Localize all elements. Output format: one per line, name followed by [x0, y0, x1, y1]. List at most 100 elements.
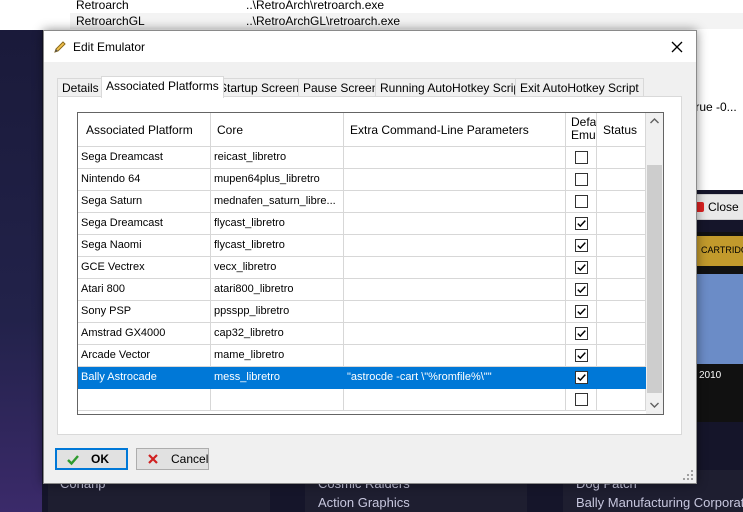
scroll-up-arrow-icon[interactable]	[646, 113, 663, 130]
default-emulator-cell[interactable]	[566, 389, 597, 411]
table-row[interactable]: Sega Dreamcast reicast_libretro	[78, 147, 646, 169]
status-cell[interactable]	[597, 345, 646, 367]
default-emulator-checkbox[interactable]	[575, 195, 588, 208]
platform-cell[interactable]: Sega Saturn	[78, 191, 211, 213]
params-cell[interactable]	[344, 147, 566, 169]
column-header-platform[interactable]: Associated Platform	[78, 113, 211, 147]
tab-exit-autohotkey-script[interactable]: Exit AutoHotkey Script	[515, 78, 644, 97]
params-cell[interactable]	[344, 191, 566, 213]
status-cell[interactable]	[597, 147, 646, 169]
tab-startup-screen[interactable]: Startup Screen	[214, 78, 305, 97]
params-cell[interactable]	[344, 345, 566, 367]
default-emulator-cell[interactable]	[566, 191, 597, 213]
default-emulator-checkbox[interactable]	[575, 151, 588, 164]
status-cell[interactable]	[597, 213, 646, 235]
core-cell[interactable]: mame_libretro	[211, 345, 344, 367]
params-cell[interactable]	[344, 213, 566, 235]
platform-cell[interactable]: Sega Naomi	[78, 235, 211, 257]
table-row[interactable]: Sega Saturn mednafen_saturn_libre...	[78, 191, 646, 213]
status-cell[interactable]	[597, 191, 646, 213]
platform-cell[interactable]: Sony PSP	[78, 301, 211, 323]
column-header-core[interactable]: Core	[211, 113, 344, 147]
platform-cell[interactable]: Amstrad GX4000	[78, 323, 211, 345]
core-cell[interactable]: flycast_libretro	[211, 213, 344, 235]
params-cell[interactable]	[344, 169, 566, 191]
cancel-button[interactable]: Cancel	[136, 448, 209, 470]
scroll-down-arrow-icon[interactable]	[646, 397, 663, 414]
default-emulator-cell[interactable]	[566, 257, 597, 279]
grid-vertical-scrollbar[interactable]	[646, 113, 663, 414]
status-cell[interactable]	[597, 367, 646, 389]
column-header-status[interactable]: Status	[597, 113, 646, 147]
default-emulator-checkbox[interactable]	[575, 305, 588, 318]
default-emulator-cell[interactable]	[566, 367, 597, 389]
default-emulator-cell[interactable]	[566, 301, 597, 323]
table-row[interactable]	[78, 389, 646, 411]
default-emulator-cell[interactable]	[566, 323, 597, 345]
platform-cell[interactable]: Nintendo 64	[78, 169, 211, 191]
core-cell[interactable]	[211, 389, 344, 411]
core-cell[interactable]: reicast_libretro	[211, 147, 344, 169]
scrollbar-thumb[interactable]	[647, 165, 662, 393]
params-cell[interactable]	[344, 279, 566, 301]
core-cell[interactable]: atari800_libretro	[211, 279, 344, 301]
status-cell[interactable]	[597, 389, 646, 411]
status-cell[interactable]	[597, 169, 646, 191]
resize-grip-icon[interactable]	[682, 469, 694, 481]
default-emulator-cell[interactable]	[566, 235, 597, 257]
platform-cell[interactable]: Arcade Vector	[78, 345, 211, 367]
ok-button[interactable]: OK	[55, 448, 128, 470]
platform-cell[interactable]: Sega Dreamcast	[78, 213, 211, 235]
status-cell[interactable]	[597, 257, 646, 279]
platform-cell[interactable]	[78, 389, 211, 411]
default-emulator-checkbox[interactable]	[575, 261, 588, 274]
platform-cell[interactable]: Sega Dreamcast	[78, 147, 211, 169]
params-cell[interactable]	[344, 257, 566, 279]
platform-cell[interactable]: Bally Astrocade	[78, 367, 211, 389]
default-emulator-checkbox[interactable]	[575, 217, 588, 230]
default-emulator-cell[interactable]	[566, 279, 597, 301]
default-emulator-checkbox[interactable]	[575, 371, 588, 384]
params-cell[interactable]	[344, 323, 566, 345]
dialog-close-button[interactable]	[664, 36, 690, 58]
table-row[interactable]: Amstrad GX4000 cap32_libretro	[78, 323, 646, 345]
params-cell[interactable]: "astrocde -cart \"%romfile%\""	[344, 367, 566, 389]
table-row[interactable]: Sony PSP ppsspp_libretro	[78, 301, 646, 323]
status-cell[interactable]	[597, 235, 646, 257]
default-emulator-checkbox[interactable]	[575, 393, 588, 406]
core-cell[interactable]: ppsspp_libretro	[211, 301, 344, 323]
core-cell[interactable]: flycast_libretro	[211, 235, 344, 257]
core-cell[interactable]: cap32_libretro	[211, 323, 344, 345]
status-cell[interactable]	[597, 301, 646, 323]
default-emulator-cell[interactable]	[566, 345, 597, 367]
default-emulator-checkbox[interactable]	[575, 349, 588, 362]
default-emulator-checkbox[interactable]	[575, 327, 588, 340]
core-cell[interactable]: mupen64plus_libretro	[211, 169, 344, 191]
params-cell[interactable]	[344, 389, 566, 411]
default-emulator-checkbox[interactable]	[575, 283, 588, 296]
default-emulator-checkbox[interactable]	[575, 173, 588, 186]
tab-details[interactable]: Details	[57, 78, 104, 97]
table-row[interactable]: Arcade Vector mame_libretro	[78, 345, 646, 367]
status-cell[interactable]	[597, 279, 646, 301]
default-emulator-checkbox[interactable]	[575, 239, 588, 252]
tab-pause-screen[interactable]: Pause Screen	[298, 78, 384, 97]
table-row[interactable]: Sega Naomi flycast_libretro	[78, 235, 646, 257]
core-cell[interactable]: mess_libretro	[211, 367, 344, 389]
table-row[interactable]: Sega Dreamcast flycast_libretro	[78, 213, 646, 235]
default-emulator-cell[interactable]	[566, 213, 597, 235]
core-cell[interactable]: mednafen_saturn_libre...	[211, 191, 344, 213]
table-row[interactable]: Atari 800 atari800_libretro	[78, 279, 646, 301]
default-emulator-cell[interactable]	[566, 147, 597, 169]
tab-running-autohotkey-script[interactable]: Running AutoHotkey Script	[375, 78, 529, 97]
default-emulator-cell[interactable]	[566, 169, 597, 191]
table-row[interactable]: Nintendo 64 mupen64plus_libretro	[78, 169, 646, 191]
table-row[interactable]: GCE Vectrex vecx_libretro	[78, 257, 646, 279]
params-cell[interactable]	[344, 235, 566, 257]
table-row[interactable]: Bally Astrocade mess_libretro "astrocde -c…	[78, 367, 646, 389]
platform-cell[interactable]: GCE Vectrex	[78, 257, 211, 279]
dialog-titlebar[interactable]: Edit Emulator	[44, 31, 696, 62]
column-header-default[interactable]: Defa Emul	[566, 113, 597, 147]
params-cell[interactable]	[344, 301, 566, 323]
platform-cell[interactable]: Atari 800	[78, 279, 211, 301]
